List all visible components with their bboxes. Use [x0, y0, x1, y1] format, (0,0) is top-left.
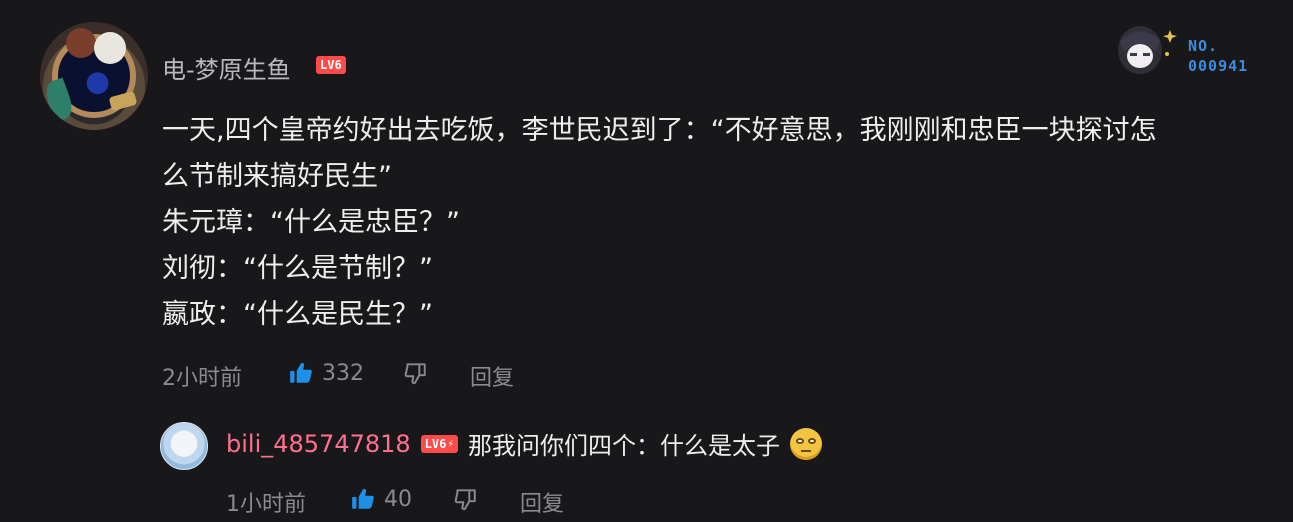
comment-line: 么节制来搞好民生” [162, 161, 392, 192]
comment-line: 嬴政：“什么是民生？” [162, 299, 433, 330]
fan-decoration-number: NO. 000941 [1188, 37, 1249, 75]
comment-time: 2小时前 [162, 366, 242, 391]
thumbs-up-icon [350, 486, 376, 512]
reply-button[interactable]: 回复 [520, 486, 564, 518]
thumbs-down-icon [402, 360, 428, 386]
reply-avatar[interactable] [160, 422, 208, 470]
avatar-character [66, 28, 96, 58]
fan-decoration-avatar[interactable] [1112, 22, 1178, 78]
lightning-icon: ⚡ [447, 437, 454, 450]
like-button[interactable]: 332 [288, 360, 364, 386]
smug-emoji-icon [789, 427, 822, 460]
comment-username[interactable]: 电-梦原生鱼 [162, 50, 291, 85]
dislike-button[interactable] [402, 360, 428, 386]
thumbs-down-icon [452, 486, 478, 512]
comment-line: 一天,四个皇帝约好出去吃饭，李世民迟到了：“不好意思，我刚刚和忠臣一块探讨怎 [162, 115, 1157, 146]
like-count: 40 [384, 486, 412, 512]
like-button[interactable]: 40 [350, 486, 412, 512]
reply-username[interactable]: bili_485747818 [226, 430, 411, 458]
comment-text: 一天,四个皇帝约好出去吃饭，李世民迟到了：“不好意思，我刚刚和忠臣一块探讨怎 么… [162, 108, 1272, 338]
avatar-character [94, 32, 126, 64]
thumbs-up-icon [288, 360, 314, 386]
avatar[interactable] [40, 22, 148, 130]
comment-line: 刘彻：“什么是节制？” [162, 253, 433, 284]
reply-time: 1小时前 [226, 492, 306, 517]
like-count: 332 [322, 360, 364, 386]
level-badge: LV6 ⚡ [420, 434, 458, 453]
comment-line: 朱元璋：“什么是忠臣？” [162, 207, 460, 238]
reply-row: bili_485747818 LV6 ⚡ 那我问你们四个：什么是太子 [226, 426, 822, 461]
dislike-button[interactable] [452, 486, 478, 512]
level-badge: LV6 [316, 56, 346, 74]
reply-text: 那我问你们四个：什么是太子 [467, 432, 780, 460]
reply-button[interactable]: 回复 [470, 360, 514, 392]
